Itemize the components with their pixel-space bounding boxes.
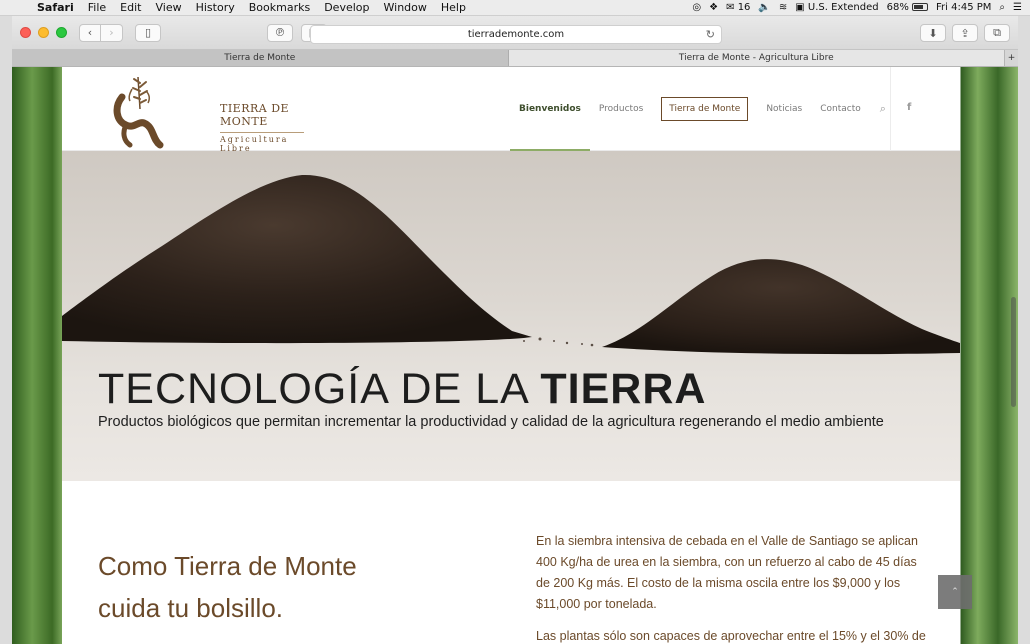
site-page: TIERRA DE MONTE Agricultura Libre Bienve… bbox=[62, 67, 960, 644]
wifi-icon[interactable]: ≋ bbox=[779, 2, 787, 13]
brand-name: TIERRA DE MONTE bbox=[220, 102, 290, 128]
web-content: TIERRA DE MONTE Agricultura Libre Bienve… bbox=[12, 67, 1018, 644]
tab-tierra-de-monte[interactable]: Tierra de Monte bbox=[12, 50, 509, 66]
tab-overview-button[interactable]: ⧉ bbox=[984, 24, 1010, 42]
brand-tagline: Agricultura Libre bbox=[220, 132, 304, 153]
new-tab-button[interactable]: + bbox=[1004, 50, 1018, 66]
menu-bookmarks[interactable]: Bookmarks bbox=[242, 1, 317, 14]
slogan-line-2: cuida tu bolsillo. bbox=[98, 593, 283, 623]
scroll-to-top-button[interactable]: ⌃ bbox=[938, 575, 972, 609]
tab-bar: Tierra de Monte Tierra de Monte - Agricu… bbox=[12, 50, 1018, 67]
soil-piles-image bbox=[62, 174, 960, 355]
nav-tierra-de-monte[interactable]: Tierra de Monte bbox=[652, 67, 757, 151]
nav-noticias[interactable]: Noticias bbox=[757, 67, 811, 151]
nav-bienvenidos-label: Bienvenidos bbox=[519, 104, 581, 114]
forward-button[interactable]: › bbox=[101, 23, 123, 42]
reload-icon[interactable]: ↻ bbox=[706, 28, 715, 41]
facebook-icon[interactable]: f bbox=[907, 102, 911, 113]
nav-bienvenidos[interactable]: Bienvenidos bbox=[510, 67, 590, 151]
safari-window: ‹ › ▯ ℗ ▣ tierrademonte.com ↻ ⬇ ⇪ ⧉ Tier… bbox=[12, 16, 1018, 644]
menu-window[interactable]: Window bbox=[377, 1, 434, 14]
hero-title: TECNOLOGÍA DE LA TIERRA bbox=[98, 365, 706, 414]
battery-status[interactable]: 68% bbox=[886, 2, 929, 13]
back-button[interactable]: ‹ bbox=[79, 23, 101, 42]
intro-slogan: Como Tierra de Monte cuida tu bolsillo. bbox=[98, 545, 458, 629]
clock[interactable]: Fri 4:45 PM bbox=[936, 2, 991, 13]
notification-icon[interactable]: ✉ 16 bbox=[726, 2, 750, 13]
address-bar[interactable]: tierrademonte.com ↻ bbox=[310, 25, 722, 44]
nav-contacto-label: Contacto bbox=[820, 104, 861, 114]
url-text: tierrademonte.com bbox=[467, 29, 565, 40]
slogan-line-1: Como Tierra de Monte bbox=[98, 551, 357, 581]
intro-text: En la siembra intensiva de cebada en el … bbox=[536, 531, 926, 644]
spotlight-icon[interactable]: ⌕ bbox=[999, 2, 1005, 13]
menu-app-name[interactable]: Safari bbox=[30, 1, 81, 14]
menubar-status-area: ◎ ❖ ✉ 16 🔈 ≋ ▣ U.S. Extended 68% Fri 4:4… bbox=[692, 2, 1030, 13]
window-controls bbox=[20, 27, 67, 38]
hero-subtitle: Productos biológicos que permitan increm… bbox=[98, 414, 884, 430]
macos-menubar: Safari File Edit View History Bookmarks … bbox=[0, 0, 1030, 16]
nav-productos-label: Productos bbox=[598, 104, 644, 114]
downloads-button[interactable]: ⬇ bbox=[920, 24, 946, 42]
history-nav: ‹ › bbox=[79, 23, 123, 42]
safari-toolbar: ‹ › ▯ ℗ ▣ tierrademonte.com ↻ ⬇ ⇪ ⧉ bbox=[12, 16, 1018, 50]
menu-view[interactable]: View bbox=[148, 1, 188, 14]
menu-history[interactable]: History bbox=[189, 1, 242, 14]
site-logo[interactable]: TIERRA DE MONTE Agricultura Libre bbox=[104, 69, 304, 153]
notification-center-icon[interactable]: ☰ bbox=[1013, 2, 1022, 13]
sidebar-toggle-button[interactable]: ▯ bbox=[135, 23, 161, 42]
page-scrollbar[interactable] bbox=[1011, 297, 1016, 407]
search-icon[interactable]: ⌕ bbox=[870, 102, 896, 116]
menu-help[interactable]: Help bbox=[434, 1, 473, 14]
hero-title-bold: TIERRA bbox=[540, 365, 707, 413]
input-source-label: U.S. Extended bbox=[807, 2, 879, 13]
menu-develop[interactable]: Develop bbox=[317, 1, 376, 14]
zoom-window-button[interactable] bbox=[56, 27, 67, 38]
brand-text: TIERRA DE MONTE Agricultura Libre bbox=[220, 102, 304, 153]
share-button[interactable]: ⇪ bbox=[952, 24, 978, 42]
nav-productos[interactable]: Productos bbox=[590, 67, 652, 151]
input-source-menu[interactable]: ▣ U.S. Extended bbox=[795, 2, 878, 13]
intro-section: Como Tierra de Monte cuida tu bolsillo. … bbox=[62, 481, 960, 644]
dropbox-icon[interactable]: ❖ bbox=[709, 2, 718, 13]
browser-extension-icon[interactable]: ◎ bbox=[692, 2, 701, 13]
intro-paragraph-1: En la siembra intensiva de cebada en el … bbox=[536, 534, 918, 611]
site-header: TIERRA DE MONTE Agricultura Libre Bienve… bbox=[62, 67, 960, 153]
intro-paragraph-2: Las plantas sólo son capaces de aprovech… bbox=[536, 629, 926, 643]
hero-banner: TECNOLOGÍA DE LA TIERRA Productos biológ… bbox=[62, 151, 960, 481]
menu-edit[interactable]: Edit bbox=[113, 1, 148, 14]
nav-contacto[interactable]: Contacto bbox=[811, 67, 870, 151]
nav-noticias-label: Noticias bbox=[766, 104, 803, 114]
menu-file[interactable]: File bbox=[81, 1, 113, 14]
nav-divider bbox=[890, 67, 891, 151]
minimize-window-button[interactable] bbox=[38, 27, 49, 38]
hero-title-light: TECNOLOGÍA DE LA bbox=[98, 365, 541, 413]
volume-icon[interactable]: 🔈 bbox=[758, 2, 770, 13]
nav-tierra-de-monte-label: Tierra de Monte bbox=[661, 97, 749, 121]
tab-tierra-de-monte-agricultura[interactable]: Tierra de Monte - Agricultura Libre bbox=[508, 50, 1004, 66]
battery-percent: 68% bbox=[886, 2, 909, 13]
notification-count: 16 bbox=[737, 2, 751, 13]
main-navigation: Bienvenidos Productos Tierra de Monte No… bbox=[510, 67, 896, 151]
pinterest-extension-button[interactable]: ℗ bbox=[267, 23, 293, 42]
close-window-button[interactable] bbox=[20, 27, 31, 38]
logo-plant-icon bbox=[113, 76, 164, 149]
battery-icon bbox=[912, 3, 929, 11]
